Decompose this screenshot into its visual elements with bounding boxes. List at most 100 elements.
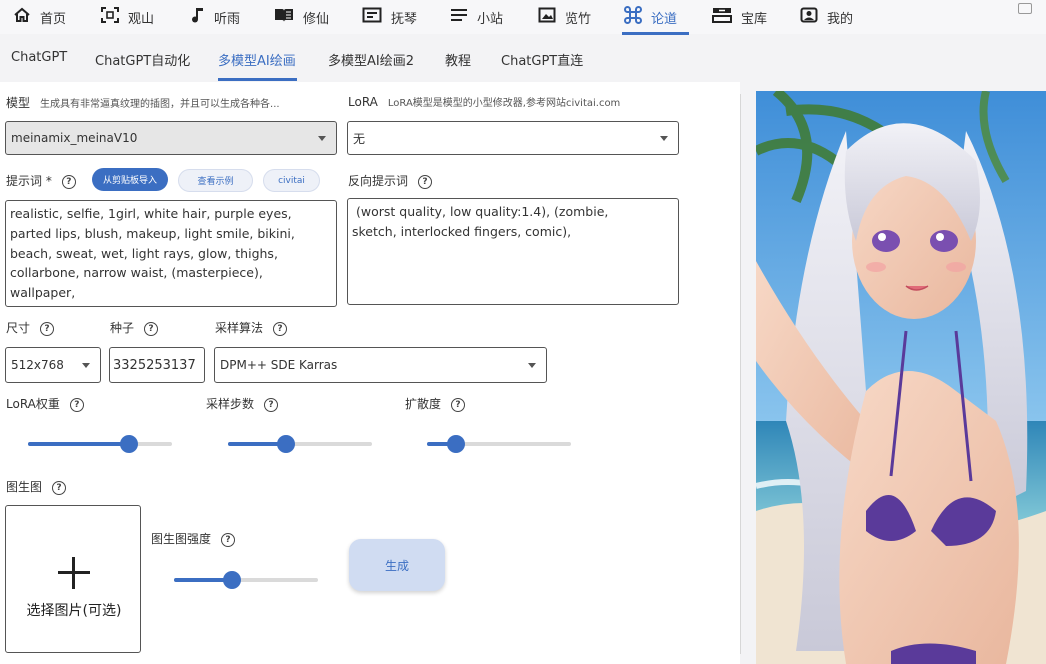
help-icon[interactable]: ? <box>221 532 236 547</box>
seed-value: 3325253137 <box>113 357 196 373</box>
seed-input[interactable]: 3325253137 <box>109 347 205 383</box>
size-select[interactable]: 512x768 <box>5 347 101 383</box>
model-select[interactable]: meinamix_meinaV10 <box>5 121 337 155</box>
nav-label: 首页 <box>40 11 67 27</box>
img2img-label-row: 图生图? <box>6 478 67 495</box>
model-label-row: 模型 生成具有非常逼真纹理的插图，并且可以生成各种各... <box>6 94 280 111</box>
user-icon <box>800 7 818 27</box>
nav-item-wode[interactable]: 我的 <box>800 0 853 34</box>
archive-icon <box>712 7 732 27</box>
size-label: 尺寸 <box>6 321 31 335</box>
chevron-down-icon <box>528 363 536 368</box>
nav-item-fuqin[interactable]: 抚琴 <box>362 0 417 34</box>
upload-label: 选择图片(可选) <box>26 603 122 619</box>
size-label-row: 尺寸? <box>6 319 55 336</box>
prompt-label-row: 提示词 *? <box>6 172 76 189</box>
help-icon[interactable]: ? <box>40 321 55 336</box>
image-icon <box>538 7 556 27</box>
scan-icon <box>101 7 119 27</box>
nav-item-lundao[interactable]: 论道 <box>624 0 677 34</box>
seed-label: 种子 <box>110 321 135 335</box>
lora-hint: LoRA模型是模型的小型修改器,参考网站civitai.com <box>387 98 621 109</box>
lora-select[interactable]: 无 <box>347 121 679 155</box>
sub-nav-active-indicator <box>218 78 297 81</box>
prompt-label: 提示词 * <box>6 174 52 188</box>
import-clipboard-button[interactable]: 从剪贴板导入 <box>92 168 168 191</box>
sub-nav: ChatGPT ChatGPT自动化 多模型AI绘画 多模型AI绘画2 教程 C… <box>0 40 1046 78</box>
nav-item-home[interactable]: 首页 <box>13 0 66 34</box>
negative-prompt-label-row: 反向提示词? <box>348 172 433 189</box>
tab-chatgpt-auto[interactable]: ChatGPT自动化 <box>95 50 190 69</box>
sampler-select[interactable]: DPM++ SDE Karras <box>214 347 547 383</box>
tab-ai-painting[interactable]: 多模型AI绘画 <box>218 50 296 69</box>
civitai-button[interactable]: civitai <box>263 169 320 192</box>
lora-label-row: LoRA LoRA模型是模型的小型修改器,参考网站civitai.com <box>348 94 620 109</box>
steps-label-row: 采样步数? <box>206 395 279 412</box>
cfg-slider[interactable] <box>427 435 571 453</box>
nav-label: 论道 <box>651 11 678 27</box>
menu-icon <box>450 8 468 26</box>
slider-thumb[interactable] <box>446 435 465 453</box>
img2img-strength-slider[interactable] <box>174 571 318 589</box>
panel-divider <box>740 94 741 654</box>
help-icon[interactable]: ? <box>451 397 466 412</box>
slider-thumb[interactable] <box>222 571 241 589</box>
view-example-button[interactable]: 查看示例 <box>178 169 253 192</box>
img2img-label: 图生图 <box>6 480 43 494</box>
help-icon[interactable]: ? <box>144 321 159 336</box>
lora-weight-label-row: LoRA权重? <box>6 395 84 412</box>
help-icon[interactable]: ? <box>69 397 84 412</box>
help-icon[interactable]: ? <box>61 174 76 189</box>
model-hint: 生成具有非常逼真纹理的插图，并且可以生成各种各... <box>40 99 280 110</box>
slider-thumb[interactable] <box>119 435 138 453</box>
nav-item-baoku[interactable]: 宝库 <box>712 0 767 34</box>
lora-label: LoRA <box>348 95 378 109</box>
slider-fill <box>28 442 129 446</box>
nav-label: 抚琴 <box>391 11 418 27</box>
sampler-label: 采样算法 <box>215 321 264 335</box>
prompt-textarea[interactable]: realistic, selfie, 1girl, white hair, pu… <box>5 200 337 307</box>
nav-item-xiaozhan[interactable]: 小站 <box>450 0 503 34</box>
chevron-down-icon <box>82 363 90 368</box>
chevron-down-icon <box>660 136 668 141</box>
img2img-strength-label: 图生图强度 <box>151 532 212 546</box>
home-icon <box>13 7 31 27</box>
steps-label: 采样步数 <box>206 397 255 411</box>
negative-prompt-textarea[interactable]: (worst quality, low quality:1.4), (zombi… <box>347 198 679 305</box>
command-icon <box>624 6 642 28</box>
plus-icon-vertical <box>72 557 75 589</box>
steps-slider[interactable] <box>228 435 372 453</box>
sampler-value: DPM++ SDE Karras <box>220 358 338 372</box>
nav-label: 宝库 <box>741 11 768 27</box>
help-icon[interactable]: ? <box>264 397 279 412</box>
tab-chatgpt[interactable]: ChatGPT <box>11 50 67 65</box>
nav-item-tingyu[interactable]: 听雨 <box>191 0 240 34</box>
lora-weight-slider[interactable] <box>28 435 172 453</box>
generated-image <box>756 91 1046 664</box>
nav-label: 我的 <box>827 11 854 27</box>
model-label: 模型 <box>6 96 31 110</box>
nav-label: 小站 <box>477 11 504 27</box>
nav-item-guanshan[interactable]: 观山 <box>101 0 154 34</box>
model-value: meinamix_meinaV10 <box>11 131 138 145</box>
help-icon[interactable]: ? <box>52 480 67 495</box>
generate-button[interactable]: 生成 <box>349 539 445 591</box>
top-nav: 首页 观山 听雨 修仙 抚琴 小站 览竹 论道 宝库 我的 <box>0 0 1046 35</box>
card-icon <box>362 7 382 27</box>
negative-prompt-label: 反向提示词 <box>348 174 409 188</box>
image-upload-box[interactable]: 选择图片(可选) <box>5 505 141 653</box>
slider-thumb[interactable] <box>276 435 295 453</box>
tab-ai-painting-2[interactable]: 多模型AI绘画2 <box>328 50 414 69</box>
window-icon[interactable] <box>1018 3 1032 14</box>
lora-weight-label: LoRA权重 <box>6 397 60 411</box>
chevron-down-icon <box>318 136 326 141</box>
nav-item-xiuxian[interactable]: 修仙 <box>274 0 329 34</box>
nav-label: 观山 <box>128 11 155 27</box>
help-icon[interactable]: ? <box>418 174 433 189</box>
help-icon[interactable]: ? <box>273 321 288 336</box>
img2img-strength-label-row: 图生图强度? <box>151 530 236 547</box>
book-icon <box>274 7 294 27</box>
tab-chatgpt-direct[interactable]: ChatGPT直连 <box>501 50 583 69</box>
tab-tutorial[interactable]: 教程 <box>445 50 471 69</box>
nav-item-lanzhu[interactable]: 览竹 <box>538 0 591 34</box>
